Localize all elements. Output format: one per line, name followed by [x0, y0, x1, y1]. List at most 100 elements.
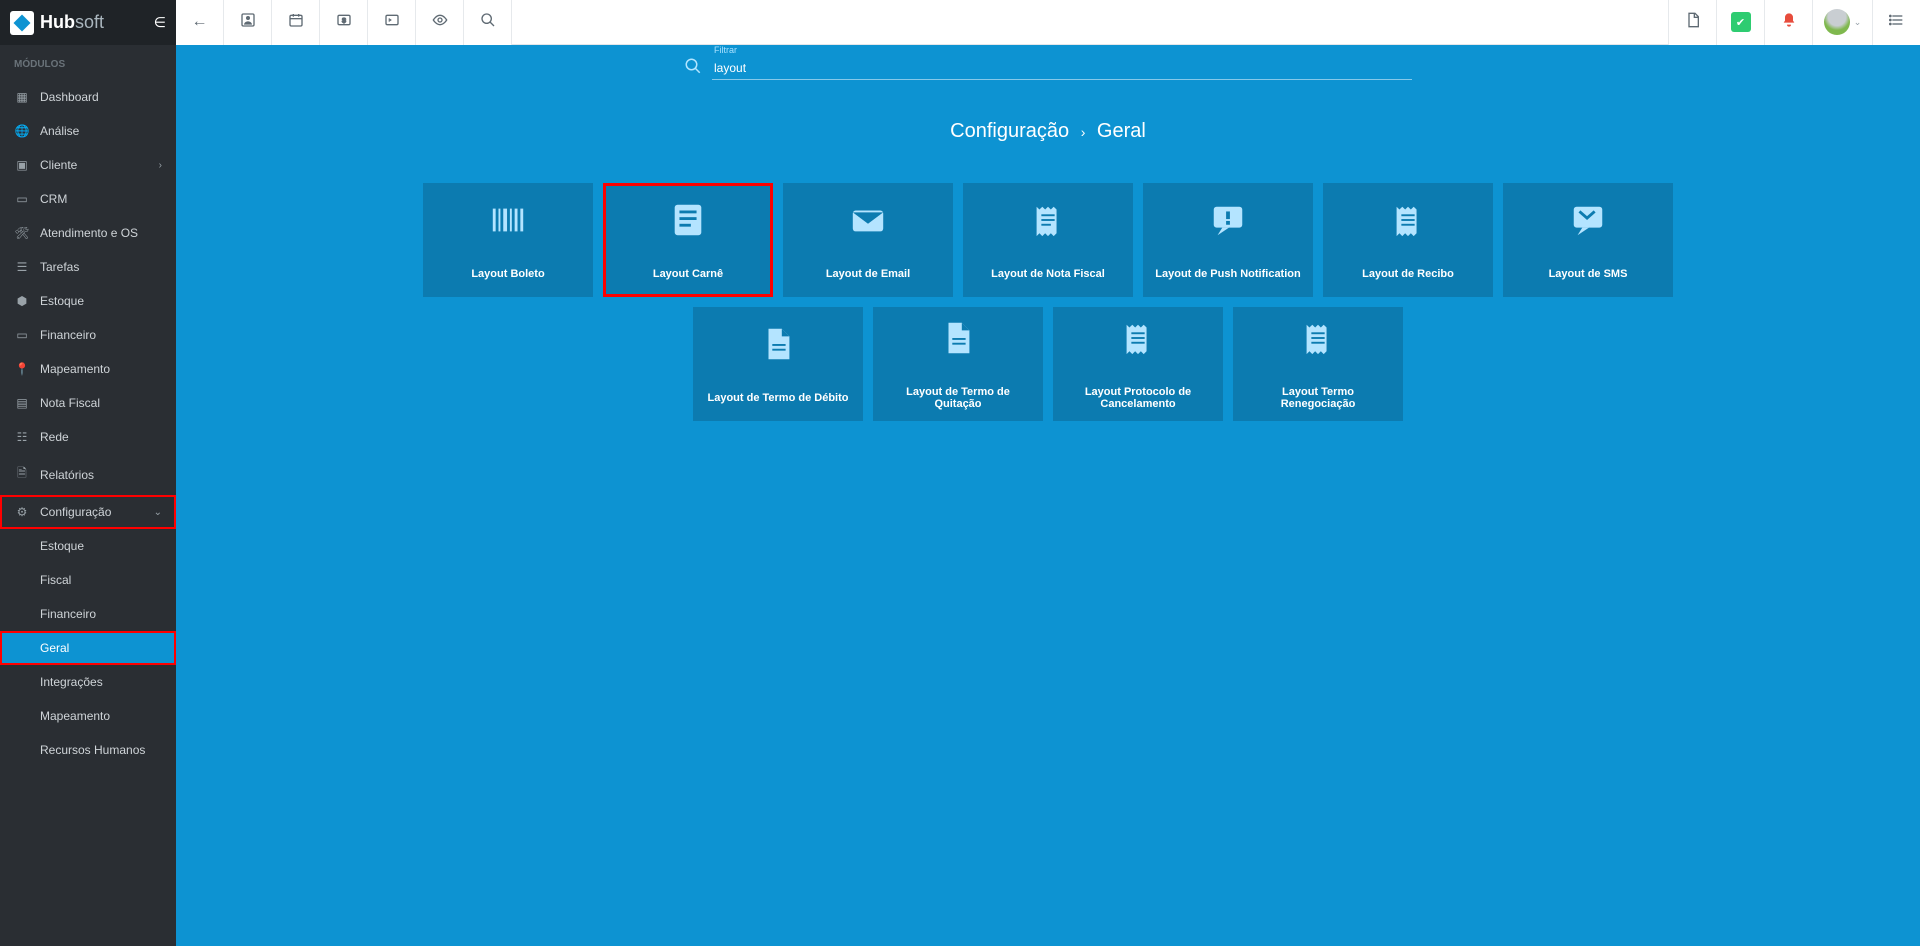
breadcrumb-page: Geral [1097, 120, 1146, 142]
sidebar-item-crm[interactable]: ▭ CRM [0, 182, 176, 216]
export-pdf-button[interactable] [1668, 0, 1716, 45]
sidebar-item-financeiro[interactable]: ▭ Financeiro [0, 318, 176, 352]
status-button[interactable]: ✔ [1716, 0, 1764, 45]
logo-icon [10, 11, 34, 35]
sidebar-item-label: Relatórios [40, 468, 94, 482]
chevron-down-icon: ⌄ [154, 507, 162, 518]
receipt-lines-icon [1389, 201, 1427, 248]
user-icon [240, 12, 256, 33]
file-icon [939, 319, 977, 366]
cards-row-1: Layout Boleto Layout Carnê Layout de Ema… [398, 183, 1698, 297]
content: Filtrar Configuração › Geral Layout Bole… [176, 45, 1920, 946]
filter-label: Filtrar [714, 45, 737, 55]
sidebar-sub-geral[interactable]: Geral [0, 631, 176, 665]
gear-icon: ⚙ [14, 505, 30, 519]
card-layout-boleto[interactable]: Layout Boleto [423, 183, 593, 297]
main: ← $ [176, 0, 1920, 946]
map-icon: 📍 [14, 362, 30, 376]
sidebar-item-estoque[interactable]: ⬢ Estoque [0, 284, 176, 318]
card-label: Layout Protocolo de Cancelamento [1065, 386, 1211, 410]
card-layout-notafiscal[interactable]: Layout de Nota Fiscal [963, 183, 1133, 297]
card-layout-protocolo-cancelamento[interactable]: Layout Protocolo de Cancelamento [1053, 307, 1223, 421]
card-label: Layout de Recibo [1362, 268, 1454, 280]
sidebar-sub-financeiro[interactable]: Financeiro [0, 597, 176, 631]
sidebar-item-label: Tarefas [40, 260, 79, 274]
sidebar-item-notafiscal[interactable]: ▤ Nota Fiscal [0, 386, 176, 420]
filter-area: Filtrar [196, 57, 1900, 80]
breadcrumb: Configuração › Geral [196, 120, 1900, 143]
sidebar-item-label: Rede [40, 430, 69, 444]
check-badge-icon: ✔ [1731, 12, 1751, 32]
collapse-sidebar-icon[interactable]: ∈ [154, 14, 166, 31]
card-layout-termo-quitacao[interactable]: Layout de Termo de Quitação [873, 307, 1043, 421]
card-layout-push[interactable]: Layout de Push Notification [1143, 183, 1313, 297]
toolbar-left: ← $ [176, 0, 512, 45]
card-layout-sms[interactable]: Layout de SMS [1503, 183, 1673, 297]
sidebar-sub-estoque[interactable]: Estoque [0, 529, 176, 563]
sidebar-sub-label: Fiscal [40, 573, 71, 587]
sidebar-item-dashboard[interactable]: ▦ Dashboard [0, 80, 176, 114]
card-layout-termo-debito[interactable]: Layout de Termo de Débito [693, 307, 863, 421]
receipt-lines-icon [1119, 319, 1157, 366]
logo-soft: soft [75, 12, 104, 33]
logo-area: Hubsoft ∈ [0, 0, 176, 45]
cards-row-2: Layout de Termo de Débito Layout de Term… [398, 307, 1698, 421]
invoice-icon: ▤ [14, 396, 30, 410]
report-icon: 🗎 [14, 464, 30, 485]
card-label: Layout de SMS [1549, 268, 1628, 280]
mail-icon [849, 201, 887, 248]
section-label: MÓDULOS [0, 45, 176, 80]
notifications-button[interactable] [1764, 0, 1812, 45]
client-icon: ▣ [14, 158, 30, 172]
document-lines-icon [669, 201, 707, 248]
search-button[interactable] [464, 0, 512, 45]
sidebar-item-label: Dashboard [40, 90, 99, 104]
card-layout-email[interactable]: Layout de Email [783, 183, 953, 297]
sidebar-sub-mapeamento[interactable]: Mapeamento [0, 699, 176, 733]
profile-button[interactable]: ⌄ [1812, 0, 1872, 45]
sidebar-item-rede[interactable]: ☷ Rede [0, 420, 176, 454]
sidebar-sub-fiscal[interactable]: Fiscal [0, 563, 176, 597]
back-button[interactable]: ← [176, 0, 224, 45]
list-icon [1889, 12, 1905, 33]
money-button[interactable]: $ [320, 0, 368, 45]
terminal-button[interactable] [368, 0, 416, 45]
filter-row: Filtrar [684, 57, 1412, 80]
sidebar-sub-rh[interactable]: Recursos Humanos [0, 733, 176, 767]
sidebar-item-cliente[interactable]: ▣ Cliente › [0, 148, 176, 182]
avatar [1824, 9, 1850, 35]
svg-text:$: $ [342, 17, 346, 24]
card-layout-carne[interactable]: Layout Carnê [603, 183, 773, 297]
sidebar-item-atendimento[interactable]: 🛠 Atendimento e OS [0, 216, 176, 250]
menu-button[interactable] [1872, 0, 1920, 45]
barcode-icon [489, 201, 527, 248]
sidebar-item-label: Financeiro [40, 328, 96, 342]
receipt-lines-icon [1299, 319, 1337, 366]
calendar-button[interactable] [272, 0, 320, 45]
sidebar-item-configuracao[interactable]: ⚙ Configuração ⌄ [0, 495, 176, 529]
sidebar-item-tarefas[interactable]: ☰ Tarefas [0, 250, 176, 284]
sidebar-item-analise[interactable]: 🌐 Análise [0, 114, 176, 148]
eye-icon [432, 12, 448, 33]
card-label: Layout de Email [826, 268, 910, 280]
crm-icon: ▭ [14, 192, 30, 206]
arrow-left-icon: ← [192, 13, 208, 31]
dashboard-icon: ▦ [14, 90, 30, 104]
sidebar-item-relatorios[interactable]: 🗎 Relatórios [0, 454, 176, 495]
user-button[interactable] [224, 0, 272, 45]
comment-alert-icon [1209, 201, 1247, 248]
card-layout-termo-renegociacao[interactable]: Layout Termo Renegociação [1233, 307, 1403, 421]
sidebar-sub-integracoes[interactable]: Integrações [0, 665, 176, 699]
sidebar-sub-label: Financeiro [40, 607, 96, 621]
sidebar-item-label: Configuração [40, 505, 111, 519]
view-button[interactable] [416, 0, 464, 45]
toolbar-right: ✔ ⌄ [1668, 0, 1920, 45]
search-icon [684, 57, 702, 80]
sidebar: Hubsoft ∈ MÓDULOS ▦ Dashboard 🌐 Análise … [0, 0, 176, 946]
sidebar-item-mapeamento[interactable]: 📍 Mapeamento [0, 352, 176, 386]
card-layout-recibo[interactable]: Layout de Recibo [1323, 183, 1493, 297]
filter-input[interactable] [712, 57, 1412, 80]
terminal-icon [384, 12, 400, 33]
sidebar-sub-label: Estoque [40, 539, 84, 553]
card-label: Layout Termo Renegociação [1245, 386, 1391, 410]
